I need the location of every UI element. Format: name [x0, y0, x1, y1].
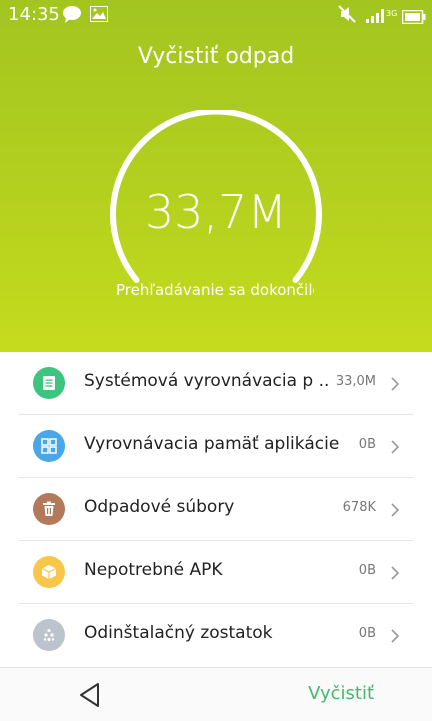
list-item-size: 0B	[358, 563, 376, 578]
grid-icon	[33, 430, 65, 462]
chevron-right-icon	[391, 440, 400, 454]
list-item-size: 0B	[358, 437, 376, 452]
list-item-system-cache[interactable]: Systémová vyrovnávacia p .. 33,0M	[0, 352, 432, 415]
junk-size: 33,7M	[144, 185, 288, 239]
list-item-junk-files[interactable]: Odpadové súbory 678K	[0, 478, 432, 541]
list-item-uninstall-residue[interactable]: Odinštalačný zostatok 0B	[0, 604, 432, 667]
scan-status: Prehľadávanie sa dokončilo	[116, 281, 314, 299]
list-item-app-cache[interactable]: Vyrovnávacia pamäť aplikácie 0B	[0, 415, 432, 478]
header: 14:35 3G Vyčistiť odpad 33,7M Prehľadáva…	[0, 0, 432, 352]
status-bar: 14:35 3G	[0, 0, 432, 30]
mute-icon	[338, 5, 356, 28]
network-type: 3G	[386, 9, 398, 18]
bottom-bar: Vyčistiť	[0, 667, 432, 721]
chevron-right-icon	[391, 566, 400, 580]
page-title: Vyčistiť odpad	[137, 44, 295, 69]
back-icon[interactable]	[78, 682, 102, 708]
list-item-size: 678K	[342, 500, 376, 515]
list-item-label: Vyrovnávacia pamäť aplikácie	[84, 434, 340, 454]
list-item-size: 0B	[358, 626, 376, 641]
list-item-label: Nepotrebné APK	[84, 560, 223, 580]
chevron-right-icon	[391, 629, 400, 643]
chevron-right-icon	[391, 377, 400, 391]
list-item-label: Systémová vyrovnávacia p ..	[84, 371, 330, 391]
junk-category-list: Systémová vyrovnávacia p .. 33,0M Vyrovn…	[0, 352, 432, 667]
clean-button[interactable]: Vyčistiť	[308, 683, 374, 704]
status-time: 14:35	[8, 4, 60, 25]
chat-icon	[62, 5, 82, 28]
trash-icon	[33, 493, 65, 525]
signal-icon	[366, 7, 386, 28]
residue-icon	[33, 619, 65, 651]
list-item-label: Odpadové súbory	[84, 497, 235, 517]
package-icon	[33, 556, 65, 588]
chevron-right-icon	[391, 503, 400, 517]
list-item-unneeded-apk[interactable]: Nepotrebné APK 0B	[0, 541, 432, 604]
list-item-size: 33,0M	[335, 374, 376, 389]
document-icon	[33, 367, 65, 399]
battery-icon	[401, 8, 426, 29]
image-icon	[90, 6, 108, 27]
list-item-label: Odinštalačný zostatok	[84, 623, 273, 643]
